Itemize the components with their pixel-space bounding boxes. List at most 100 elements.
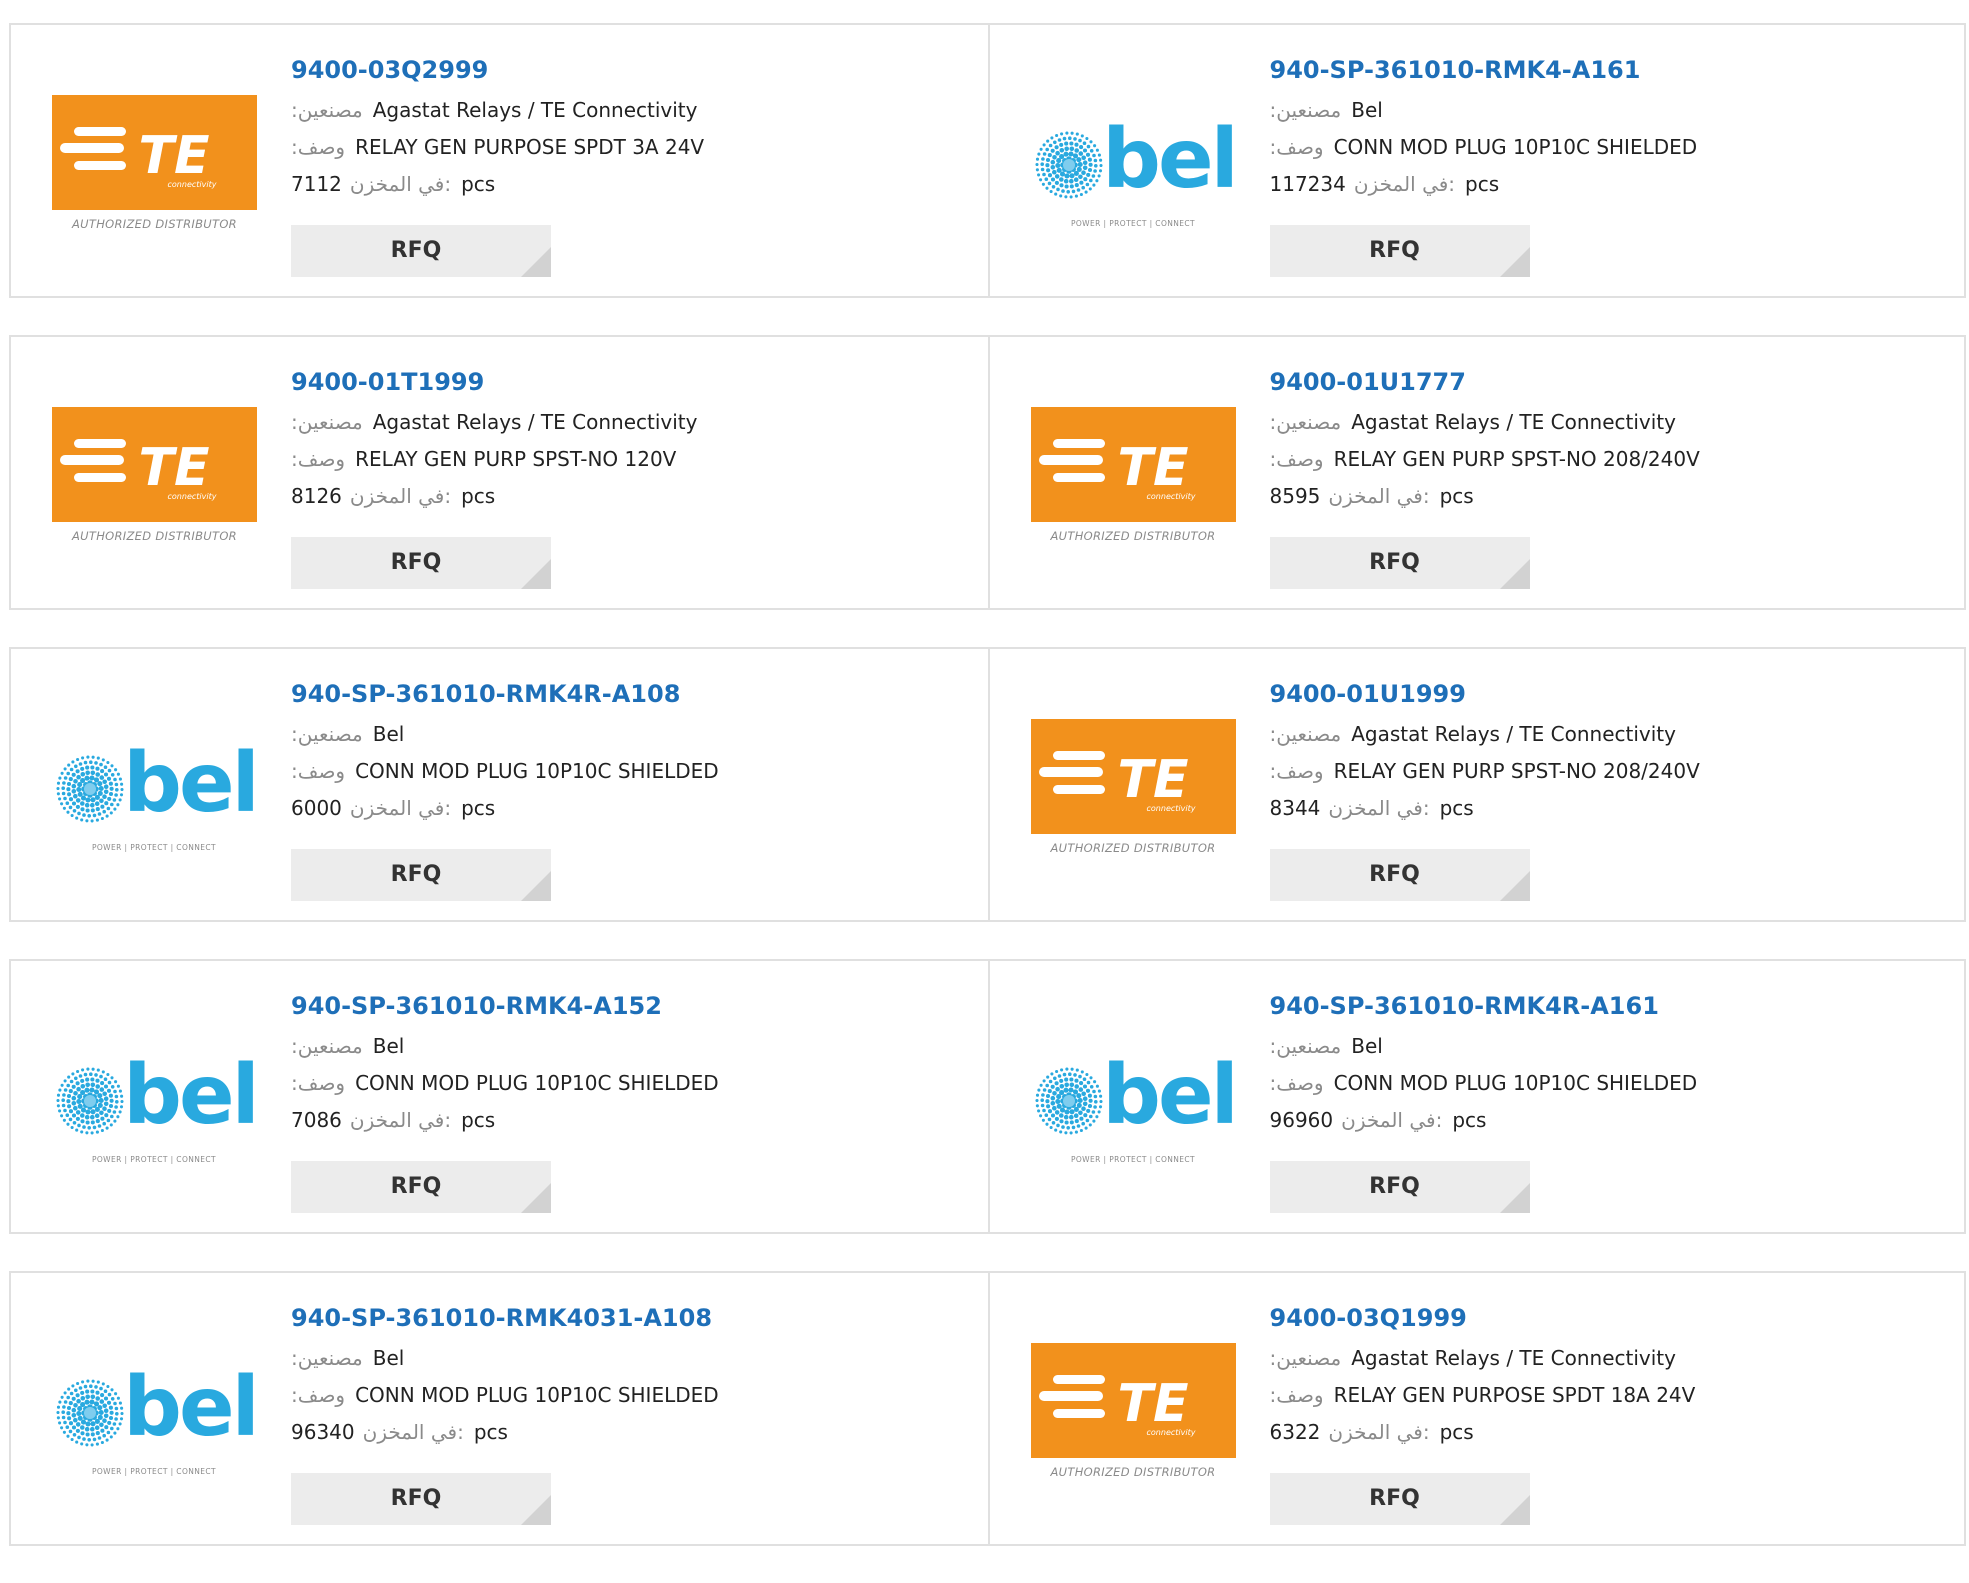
stock-quantity: 117234 [1269,172,1346,196]
bel-wordmark: bel [123,1360,256,1455]
description-line: :وصف RELAY GEN PURPOSE SPDT 18A 24V [1270,1381,1955,1418]
description-line: :وصف CONN MOD PLUG 10P10C SHIELDED [291,1069,978,1106]
te-logo-box: TE connectivity [1030,1343,1236,1458]
bel-tagline: POWER | PROTECT | CONNECT [1070,1155,1194,1164]
description-value: CONN MOD PLUG 10P10C SHIELDED [1333,1071,1698,1095]
part-number-link[interactable]: 9400-01T1999 [291,365,978,399]
rfq-label: RFQ [390,862,442,887]
bel-logo: bel POWER | PROTECT | CONNECT [1031,1031,1236,1171]
stock-label: في المخزن: [1341,1108,1443,1132]
authorized-distributor-text: AUTHORIZED DISTRIBUTOR [1050,529,1216,543]
product-info: 940-SP-361010-RMK4-A152:مصنعين Bel:وصف CON… [291,989,978,1143]
bel-logo: bel POWER | PROTECT | CONNECT [52,1343,257,1483]
description-value: CONN MOD PLUG 10P10C SHIELDED [355,1383,719,1407]
product-info: 9400-01U1999 :مصنعين Agastat Relays / TE C… [1270,677,1955,831]
manufacturer-label: :مصنعين [1269,1034,1342,1058]
part-number-link[interactable]: 940-SP-361010-RMK4-A152 [291,989,978,1023]
manufacturer-label: :مصنعين [291,722,363,746]
rfq-label: RFQ [390,1486,442,1511]
te-sub: connectivity [1146,804,1195,813]
stock-line: 96960 في المخزن: pcs [1270,1106,1955,1143]
te-sub: connectivity [1146,492,1195,501]
rfq-button[interactable]: RFQ [291,1161,551,1213]
product-row: bel POWER | PROTECT | CONNECT 940-SP-361… [9,647,1966,922]
rfq-button[interactable]: RFQ [291,537,551,589]
rfq-button[interactable]: RFQ [1269,849,1530,901]
manufacturer-line: :مصنعين Bel [291,720,978,757]
manufacturer-value: Bel [372,1346,405,1370]
stock-unit: pcs [1439,796,1474,820]
stock-quantity: 96960 [1269,1108,1334,1132]
description-label: :وصف [291,1383,346,1407]
bel-globe-icon [56,1067,124,1135]
manufacturer-line: :مصنعين Agastat Relays / TE Connectivity [1270,1344,1955,1381]
stock-unit: pcs [1439,484,1474,508]
rfq-button[interactable]: RFQ [1269,537,1530,589]
product-info: 940-SP-361010-RMK4031-A108:مصنعين Bel:وصف… [291,1301,978,1455]
part-number-link[interactable]: 940-SP-361010-RMK4031-A108 [291,1301,978,1335]
description-label: :وصف [1269,1071,1324,1095]
part-number-link[interactable]: 940-SP-361010-RMK4R-A161 [1270,989,1955,1023]
description-value: RELAY GEN PURP SPST-NO 208/240V [1333,447,1700,471]
rfq-label: RFQ [390,238,442,263]
product-card: bel POWER | PROTECT | CONNECT 940-SP-361… [11,961,988,1232]
description-label: :وصف [1269,447,1324,471]
bel-logo: bel POWER | PROTECT | CONNECT [52,719,257,859]
bel-wordmark: bel [1102,1048,1235,1143]
te-logo-mark-icon: TE connectivity [60,126,217,189]
te-connectivity-logo: TE connectivity AUTHORIZED DISTRIBUTOR [52,95,257,235]
stock-line: 7112 في المخزن: pcs [291,170,978,207]
part-number-link[interactable]: 9400-03Q2999 [291,53,978,87]
part-number-link[interactable]: 9400-01U1999 [1270,677,1955,711]
stock-label: في المخزن: [349,796,452,820]
stock-line: 6322 في المخزن: pcs [1270,1418,1955,1455]
product-info: 9400-03Q1999 :مصنعين Agastat Relays / TE C… [1270,1301,1955,1455]
te-logo-mark-icon: TE connectivity [1038,1374,1195,1437]
rfq-corner-icon [521,871,551,901]
description-label: :وصف [291,447,346,471]
stock-line: 6000 في المخزن: pcs [291,794,978,831]
manufacturer-label: :مصنعين [1269,1346,1342,1370]
rfq-button[interactable]: RFQ [1269,1161,1530,1213]
te-connectivity-logo: TE connectivity AUTHORIZED DISTRIBUTOR [1030,719,1236,859]
te-connectivity-logo: TE connectivity AUTHORIZED DISTRIBUTOR [1030,1343,1236,1483]
stock-label: في المخزن: [349,484,452,508]
part-number-link[interactable]: 940-SP-361010-RMK4R-A108 [291,677,978,711]
stock-quantity: 8595 [1269,484,1321,508]
rfq-button[interactable]: RFQ [1269,225,1530,277]
part-number-link[interactable]: 9400-01U1777 [1270,365,1955,399]
manufacturer-label: :مصنعين [1269,410,1342,434]
product-row: TE connectivity AUTHORIZED DISTRIBUTOR 9… [9,335,1966,610]
product-card: TE connectivity AUTHORIZED DISTRIBUTOR 9… [11,337,988,608]
te-logo-box: TE connectivity [52,95,257,210]
rfq-button[interactable]: RFQ [291,849,551,901]
manufacturer-value: Bel [1351,1034,1383,1058]
description-line: :وصف CONN MOD PLUG 10P10C SHIELDED [1270,133,1955,170]
te-logo-box: TE connectivity [1030,719,1236,834]
manufacturer-label: :مصنعين [291,98,363,122]
manufacturer-value: Bel [1351,98,1383,122]
stock-quantity: 96340 [291,1420,355,1444]
description-value: RELAY GEN PURPOSE SPDT 3A 24V [355,135,705,159]
rfq-label: RFQ [1369,1174,1420,1199]
te-sub: connectivity [1146,1428,1195,1437]
part-number-link[interactable]: 940-SP-361010-RMK4-A161 [1270,53,1955,87]
product-card: bel POWER | PROTECT | CONNECT 940-SP-361… [987,25,1965,296]
te-wordmark: TE [139,126,210,186]
manufacturer-line: :مصنعين Agastat Relays / TE Connectivity [291,408,978,445]
stock-label: في المخزن: [1328,484,1430,508]
authorized-distributor-text: AUTHORIZED DISTRIBUTOR [72,217,237,231]
rfq-button[interactable]: RFQ [291,225,551,277]
manufacturer-line: :مصنعين Agastat Relays / TE Connectivity [1270,720,1955,757]
bel-globe-icon [1034,131,1103,199]
description-value: RELAY GEN PURPOSE SPDT 18A 24V [1333,1383,1696,1407]
bel-globe-icon [1034,1067,1103,1135]
stock-quantity: 7112 [291,172,342,196]
rfq-button[interactable]: RFQ [291,1473,551,1525]
manufacturer-value: Agastat Relays / TE Connectivity [1351,722,1676,746]
rfq-button[interactable]: RFQ [1269,1473,1530,1525]
part-number-link[interactable]: 9400-03Q1999 [1270,1301,1955,1335]
manufacturer-label: :مصنعين [1269,98,1342,122]
description-line: :وصف RELAY GEN PURPOSE SPDT 3A 24V [291,133,978,170]
stock-label: في المخزن: [1328,796,1430,820]
